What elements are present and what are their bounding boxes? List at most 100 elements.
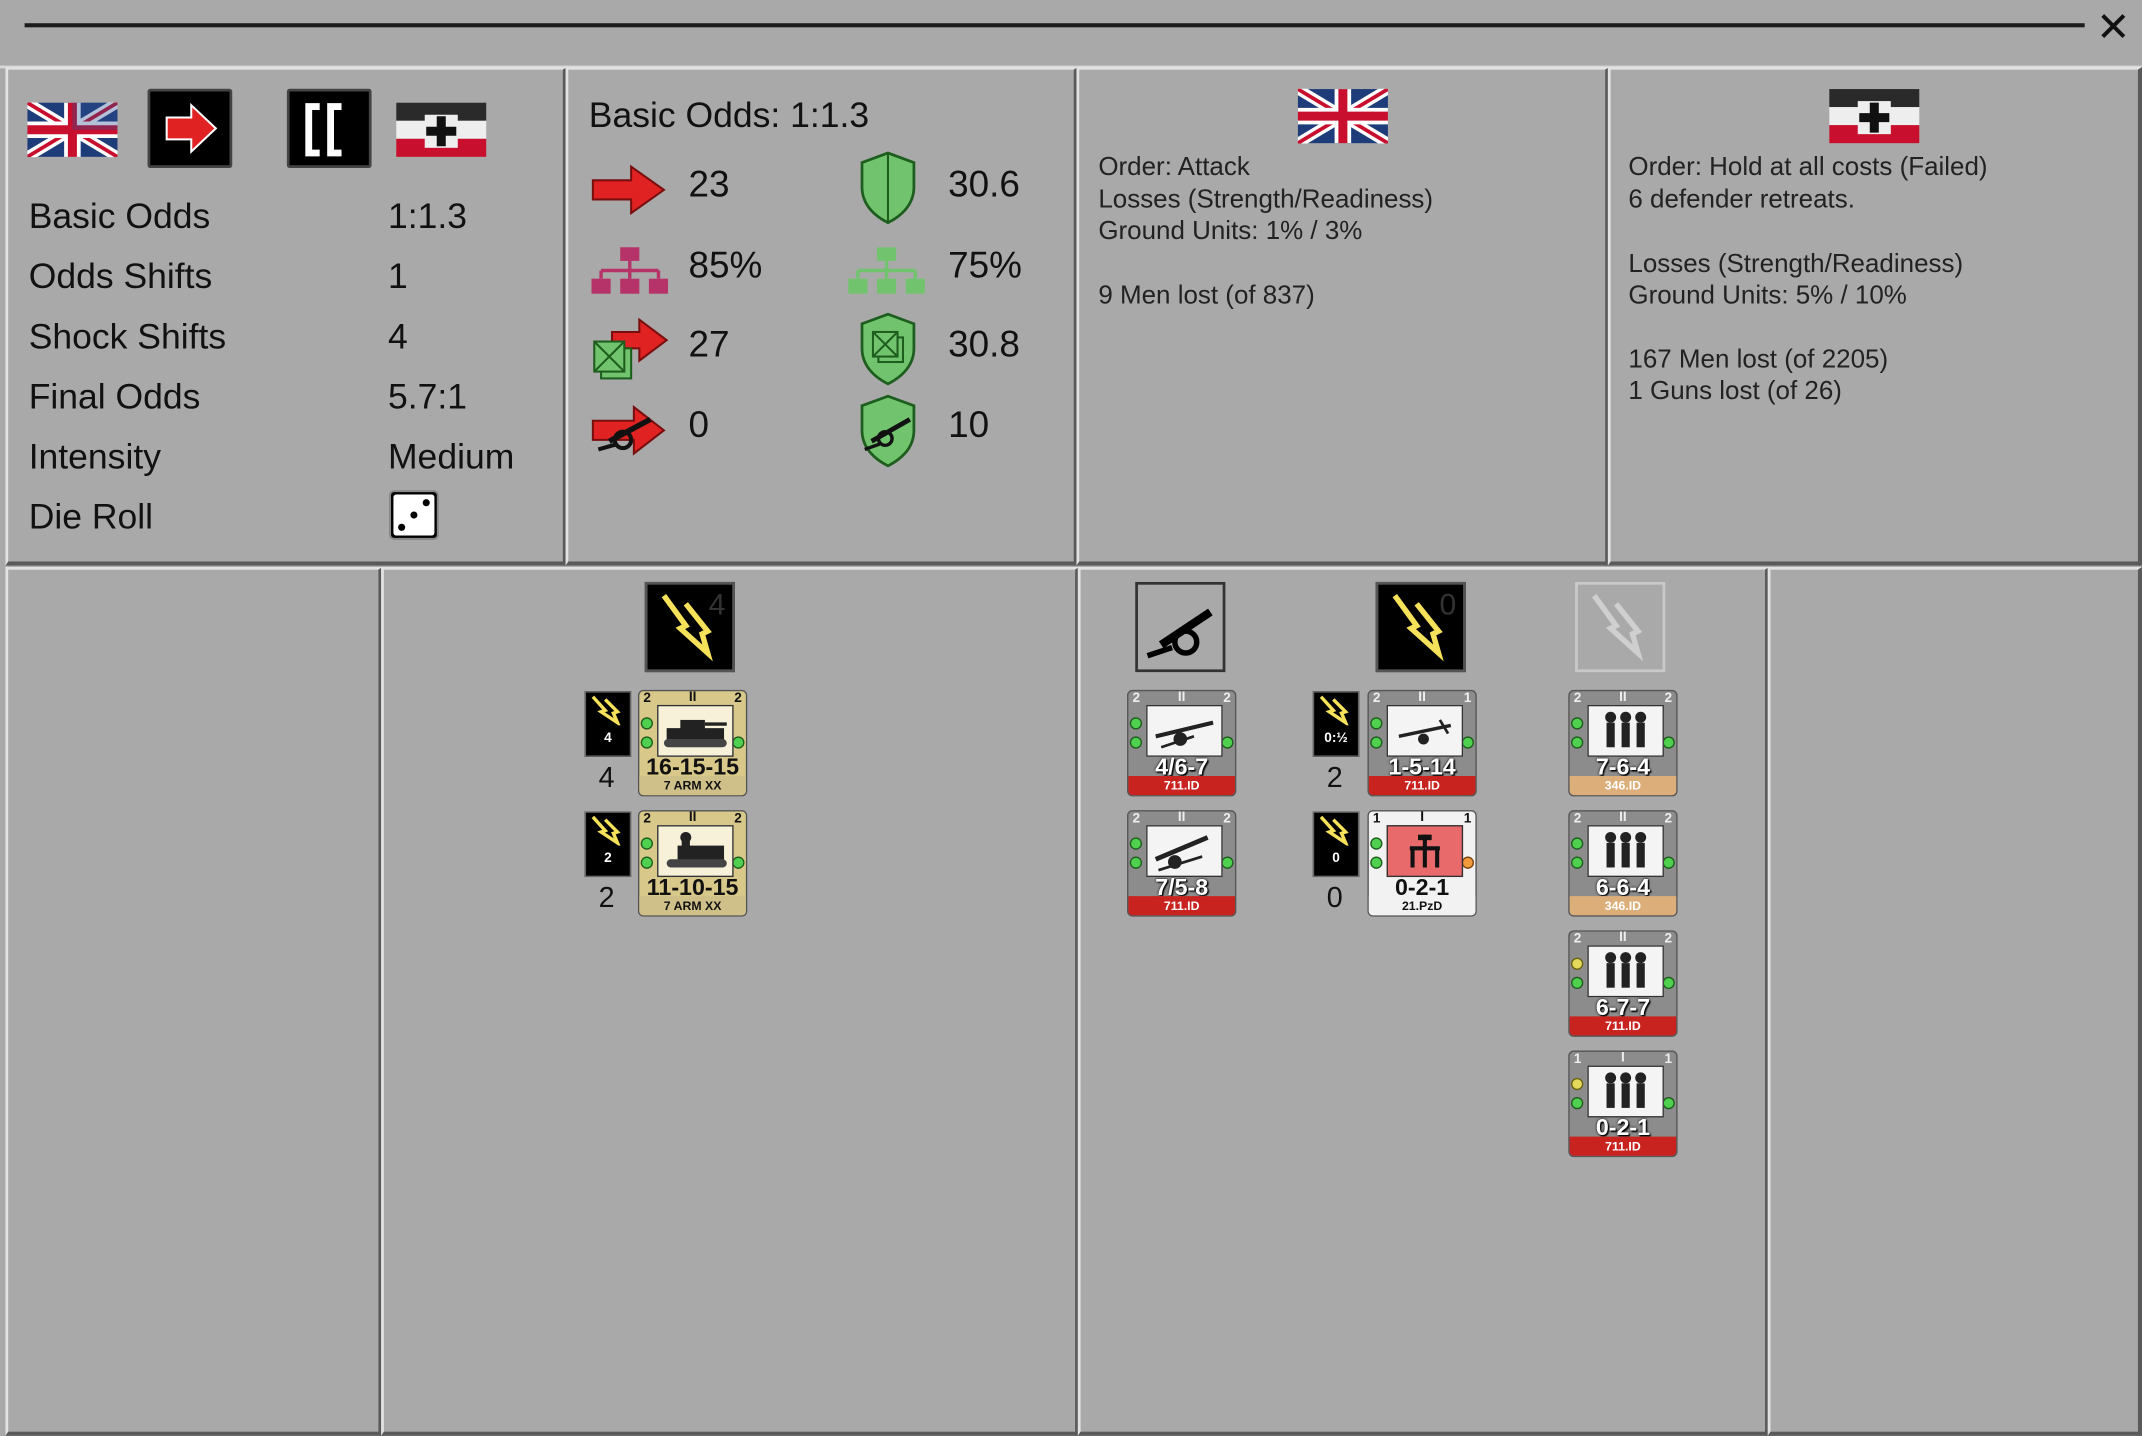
shock-value: 0 bbox=[1326, 882, 1343, 914]
attacker-hq-icon bbox=[591, 247, 669, 294]
shock-value: 4 bbox=[598, 762, 615, 794]
odds-summary-panel: Basic Odds 1:1.3 Odds Shifts 1 Shock Shi… bbox=[5, 66, 567, 566]
attacker-losses-heading: Losses (Strength/Readiness) bbox=[1098, 185, 1434, 215]
title-divider bbox=[24, 23, 2085, 28]
infantry-icon bbox=[1587, 704, 1664, 757]
halftrack-infantry-icon bbox=[657, 825, 734, 878]
lightning-icon bbox=[1319, 695, 1349, 726]
die-roll-label: Die Roll bbox=[28, 495, 154, 537]
unit-counter[interactable]: 22 II 16-15-15 7 ARM XX bbox=[637, 689, 748, 797]
attacker-report-panel: Order: Attack Losses (Strength/Readiness… bbox=[1076, 66, 1610, 566]
defender-artillery-header[interactable] bbox=[1135, 581, 1226, 673]
unit-division: 346.ID bbox=[1569, 896, 1677, 916]
unit-counter[interactable]: 11 I 0-2-1 21.PzD bbox=[1367, 810, 1477, 917]
attacker-hq-value: 85% bbox=[688, 244, 763, 286]
lightning-icon bbox=[591, 695, 621, 726]
defense-combined-icon bbox=[860, 312, 916, 386]
unit-counter[interactable]: 22 II 11-10-15 7 ARM XX bbox=[637, 810, 748, 917]
infantry-icon bbox=[1587, 945, 1664, 998]
unit-counter[interactable]: 22 II 7-6-4 346.ID bbox=[1568, 689, 1678, 797]
lightning-icon bbox=[591, 815, 621, 846]
shock-shifts-value: 4 bbox=[387, 315, 408, 357]
attack-artillery-value: 0 bbox=[688, 404, 710, 446]
supply-depot-icon bbox=[1386, 825, 1464, 878]
shock-badge: 0:½ bbox=[1312, 691, 1360, 757]
intensity-value: Medium bbox=[387, 435, 515, 477]
defender-retreats-text: 6 defender retreats. bbox=[1628, 185, 1855, 215]
shock-badge: 4 bbox=[584, 691, 632, 757]
shock-value: 2 bbox=[1326, 762, 1343, 794]
attack-artillery-icon bbox=[591, 405, 666, 456]
unit-division: 346.ID bbox=[1569, 775, 1677, 796]
shock-badge: 0 bbox=[1312, 811, 1360, 878]
british-flag-icon bbox=[1297, 88, 1388, 144]
attacker-reserve-panel bbox=[5, 566, 383, 1436]
defender-no-shock-header[interactable] bbox=[1575, 581, 1666, 673]
unit-division: 21.PzD bbox=[1368, 896, 1476, 916]
defender-reserve-panel bbox=[1767, 566, 2142, 1436]
infantry-icon bbox=[1587, 825, 1664, 878]
unit-division: 711.ID bbox=[1128, 775, 1235, 796]
defender-report-panel: Order: Hold at all costs (Failed) 6 defe… bbox=[1607, 66, 2142, 566]
unit-division: 7 ARM XX bbox=[639, 896, 746, 916]
attack-strength-value: 23 bbox=[688, 163, 730, 205]
defender-guns-lost: 1 Guns lost (of 26) bbox=[1628, 377, 1842, 406]
bracket-icon bbox=[305, 103, 342, 157]
lightning-icon bbox=[1319, 815, 1349, 846]
british-flag-icon bbox=[27, 102, 118, 158]
german-flag-icon bbox=[1829, 89, 1920, 144]
defender-shock-header-value: 0 bbox=[1439, 587, 1457, 622]
defender-shock-header[interactable]: 0 bbox=[1375, 581, 1466, 673]
basic-odds-value: 1:1.3 bbox=[387, 195, 467, 237]
shock-shifts-label: Shock Shifts bbox=[28, 315, 227, 357]
defender-hq-icon bbox=[848, 247, 925, 294]
tank-icon bbox=[657, 704, 734, 757]
unit-division: 7 ARM XX bbox=[639, 775, 746, 796]
attack-strength-icon bbox=[591, 164, 666, 216]
odds-shifts-label: Odds Shifts bbox=[28, 255, 213, 297]
defense-combined-value: 30.8 bbox=[948, 323, 1020, 365]
artillery-icon bbox=[1146, 608, 1213, 659]
attacker-shock-header[interactable]: 4 bbox=[644, 581, 735, 673]
close-button[interactable]: ✕ bbox=[2093, 8, 2134, 49]
unit-division: 711.ID bbox=[1569, 1136, 1677, 1156]
unit-counter[interactable]: 22 II 4/6-7 711.ID bbox=[1127, 689, 1237, 797]
attack-combined-value: 27 bbox=[688, 323, 730, 365]
final-odds-label: Final Odds bbox=[28, 375, 201, 417]
shock-badge: 2 bbox=[584, 811, 632, 878]
unit-counter[interactable]: 22 II 7/5-8 711.ID bbox=[1127, 810, 1237, 917]
defender-order-text: Order: Hold at all costs (Failed) bbox=[1628, 153, 1988, 182]
title-bar bbox=[0, 0, 2142, 69]
final-odds-value: 5.7:1 bbox=[387, 375, 467, 417]
unit-counter[interactable]: 22 II 6-7-7 711.ID bbox=[1568, 930, 1678, 1037]
basic-odds-title: Basic Odds: 1:1.3 bbox=[588, 94, 870, 136]
unit-counter[interactable]: 22 II 6-6-4 346.ID bbox=[1568, 810, 1678, 917]
attacker-shock-header-value: 4 bbox=[708, 587, 726, 622]
antitank-gun-icon bbox=[1386, 704, 1464, 757]
bracket-toggle-button[interactable] bbox=[286, 88, 372, 169]
howitzer-icon bbox=[1146, 825, 1223, 878]
defender-ground-losses: Ground Units: 5% / 10% bbox=[1628, 281, 1907, 311]
basic-odds-label: Basic Odds bbox=[28, 195, 211, 237]
defender-men-lost: 167 Men lost (of 2205) bbox=[1628, 345, 1889, 375]
odds-shifts-value: 1 bbox=[387, 255, 408, 297]
unit-counter[interactable]: 21 II 1-5-14 711.ID bbox=[1367, 689, 1477, 797]
defense-artillery-icon bbox=[860, 394, 916, 468]
defense-artillery-value: 10 bbox=[948, 404, 990, 446]
unit-counter[interactable]: 11 I 0-2-1 711.ID bbox=[1568, 1050, 1678, 1158]
defender-hq-value: 75% bbox=[948, 244, 1022, 286]
defense-strength-value: 30.6 bbox=[948, 163, 1020, 205]
attack-order-button[interactable] bbox=[147, 88, 233, 169]
shock-value: 2 bbox=[598, 882, 615, 914]
attacker-ground-losses: Ground Units: 1% / 3% bbox=[1098, 217, 1363, 246]
intensity-label: Intensity bbox=[28, 435, 161, 477]
unit-division: 711.ID bbox=[1368, 775, 1476, 796]
defender-losses-heading: Losses (Strength/Readiness) bbox=[1628, 249, 1964, 279]
odds-breakdown-panel: Basic Odds: 1:1.3 23 85% 27 0 30.6 75% 3… bbox=[565, 66, 1078, 566]
gun-icon bbox=[1146, 704, 1223, 757]
red-arrow-icon bbox=[165, 102, 218, 155]
attacker-men-lost: 9 Men lost (of 837) bbox=[1098, 281, 1315, 311]
attacker-order-text: Order: Attack bbox=[1098, 153, 1250, 182]
unit-division: 711.ID bbox=[1128, 896, 1235, 916]
lightning-disabled-icon bbox=[1592, 594, 1644, 662]
